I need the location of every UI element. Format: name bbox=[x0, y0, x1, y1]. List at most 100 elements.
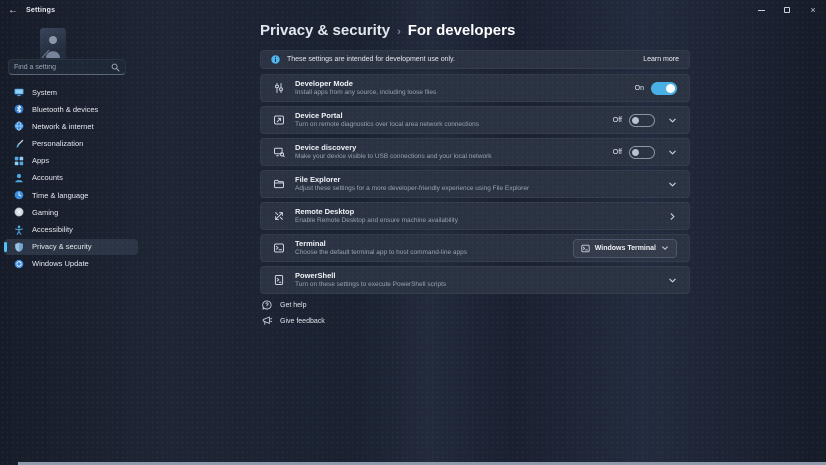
sliders-icon bbox=[273, 82, 285, 94]
person-icon bbox=[14, 173, 24, 183]
setting-row-device-portal[interactable]: Device Portal Turn on remote diagnostics… bbox=[260, 106, 690, 134]
setting-description: Make your device visible to USB connecti… bbox=[295, 153, 603, 160]
chevron-down-icon bbox=[668, 276, 677, 285]
back-arrow-icon: ← bbox=[8, 5, 18, 16]
setting-row-developer-mode: Developer Mode Install apps from any sou… bbox=[260, 74, 690, 102]
setting-row-remote-desktop[interactable]: Remote Desktop Enable Remote Desktop and… bbox=[260, 202, 690, 230]
globe-icon bbox=[14, 121, 24, 131]
help-icon bbox=[262, 300, 272, 310]
setting-description: Adjust these settings for a more develop… bbox=[295, 185, 652, 192]
chevron-down-icon bbox=[668, 180, 677, 189]
toggle-knob bbox=[632, 149, 639, 156]
setting-description: Install apps from any source, including … bbox=[295, 89, 625, 96]
chevron-down-icon bbox=[668, 148, 677, 157]
sidebar-item-label: Privacy & security bbox=[32, 242, 92, 251]
sidebar-item-label: Time & language bbox=[32, 191, 88, 200]
sidebar-item-label: Bluetooth & devices bbox=[32, 105, 98, 114]
sidebar-item-accounts[interactable]: Accounts bbox=[4, 170, 138, 186]
setting-row-file-explorer[interactable]: File Explorer Adjust these settings for … bbox=[260, 170, 690, 198]
avatar-figure bbox=[40, 28, 66, 62]
sidebar-item-accessibility[interactable]: Accessibility bbox=[4, 222, 138, 238]
app-title: Settings bbox=[26, 7, 55, 14]
close-icon: × bbox=[810, 6, 815, 15]
chevron-down-icon bbox=[661, 244, 669, 252]
setting-title: Device discovery bbox=[295, 144, 603, 152]
setting-row-powershell[interactable]: PowerShell Turn on these settings to exe… bbox=[260, 266, 690, 294]
info-banner: These settings are intended for developm… bbox=[260, 50, 690, 69]
toggle-knob bbox=[632, 117, 639, 124]
device-portal-toggle[interactable] bbox=[629, 114, 655, 127]
sidebar-item-label: Personalization bbox=[32, 139, 83, 148]
breadcrumb-separator-icon: › bbox=[397, 26, 401, 38]
setting-description: Choose the default terminal app to host … bbox=[295, 249, 563, 256]
sidebar-item-network-internet[interactable]: Network & internet bbox=[4, 118, 138, 134]
main-content: Privacy & security › For developers Thes… bbox=[260, 0, 690, 465]
feedback-icon bbox=[262, 316, 272, 326]
sidebar-item-label: Accounts bbox=[32, 173, 63, 182]
search-icon bbox=[111, 63, 120, 72]
breadcrumb: Privacy & security › For developers bbox=[260, 22, 515, 39]
sidebar-item-label: Windows Update bbox=[32, 259, 89, 268]
accessibility-icon bbox=[14, 225, 24, 235]
sidebar-item-personalization[interactable]: Personalization bbox=[4, 136, 138, 152]
windows-terminal-icon bbox=[581, 244, 590, 253]
toggle-state-label: Off bbox=[613, 117, 622, 124]
maximize-icon bbox=[784, 7, 790, 13]
sidebar-nav: System Bluetooth & devices Network & int… bbox=[4, 84, 138, 273]
setting-title: Remote Desktop bbox=[295, 208, 652, 216]
give-feedback-link[interactable]: Give feedback bbox=[262, 316, 325, 326]
breadcrumb-parent[interactable]: Privacy & security bbox=[260, 22, 390, 39]
setting-row-device-discovery[interactable]: Device discovery Make your device visibl… bbox=[260, 138, 690, 166]
shield-icon bbox=[14, 242, 24, 252]
device-discovery-toggle[interactable] bbox=[629, 146, 655, 159]
remote-desktop-icon bbox=[273, 210, 285, 222]
window-controls: × bbox=[748, 0, 826, 20]
banner-message: These settings are intended for developm… bbox=[287, 56, 455, 63]
system-icon bbox=[14, 87, 24, 97]
sidebar-item-privacy-security[interactable]: Privacy & security bbox=[4, 239, 138, 255]
device-portal-icon bbox=[273, 114, 285, 126]
setting-title: Terminal bbox=[295, 240, 563, 248]
setting-row-terminal: Terminal Choose the default terminal app… bbox=[260, 234, 690, 262]
sidebar-item-windows-update[interactable]: Windows Update bbox=[4, 256, 138, 272]
setting-description: Enable Remote Desktop and ensure machine… bbox=[295, 217, 652, 224]
learn-more-link[interactable]: Learn more bbox=[643, 56, 679, 63]
minimize-button[interactable] bbox=[748, 0, 774, 20]
setting-title: File Explorer bbox=[295, 176, 652, 184]
get-help-link[interactable]: Get help bbox=[262, 300, 306, 310]
back-button[interactable]: ← bbox=[0, 5, 26, 16]
sidebar-item-label: System bbox=[32, 88, 57, 97]
powershell-icon bbox=[273, 274, 285, 286]
terminal-app-dropdown[interactable]: Windows Terminal bbox=[573, 239, 677, 258]
search-input[interactable] bbox=[14, 64, 111, 71]
user-avatar[interactable] bbox=[40, 28, 66, 62]
sidebar-item-label: Accessibility bbox=[32, 225, 73, 234]
chevron-right-icon bbox=[668, 212, 677, 221]
sidebar-item-gaming[interactable]: Gaming bbox=[4, 204, 138, 220]
minimize-icon bbox=[758, 10, 765, 11]
selected-indicator bbox=[4, 242, 7, 252]
sidebar-item-label: Gaming bbox=[32, 208, 58, 217]
sidebar-item-time-language[interactable]: Time & language bbox=[4, 187, 138, 203]
toggle-state-label: On bbox=[635, 85, 644, 92]
apps-icon bbox=[14, 156, 24, 166]
dropdown-selected-value: Windows Terminal bbox=[595, 245, 656, 252]
sidebar-item-apps[interactable]: Apps bbox=[4, 153, 138, 169]
device-discovery-icon bbox=[273, 146, 285, 158]
toggle-knob bbox=[666, 84, 675, 93]
page-title: For developers bbox=[408, 22, 516, 39]
sidebar-item-bluetooth-devices[interactable]: Bluetooth & devices bbox=[4, 101, 138, 117]
developer-mode-toggle[interactable] bbox=[651, 82, 677, 95]
folder-icon bbox=[273, 178, 285, 190]
brush-icon bbox=[14, 139, 24, 149]
sidebar-item-system[interactable]: System bbox=[4, 84, 138, 100]
search-box bbox=[8, 59, 126, 75]
setting-title: Device Portal bbox=[295, 112, 603, 120]
maximize-button[interactable] bbox=[774, 0, 800, 20]
toggle-state-label: Off bbox=[613, 149, 622, 156]
settings-window: ← Settings × System bbox=[0, 0, 826, 465]
chevron-down-icon bbox=[668, 116, 677, 125]
close-button[interactable]: × bbox=[800, 0, 826, 20]
info-icon bbox=[271, 55, 280, 64]
sidebar-item-label: Apps bbox=[32, 156, 49, 165]
